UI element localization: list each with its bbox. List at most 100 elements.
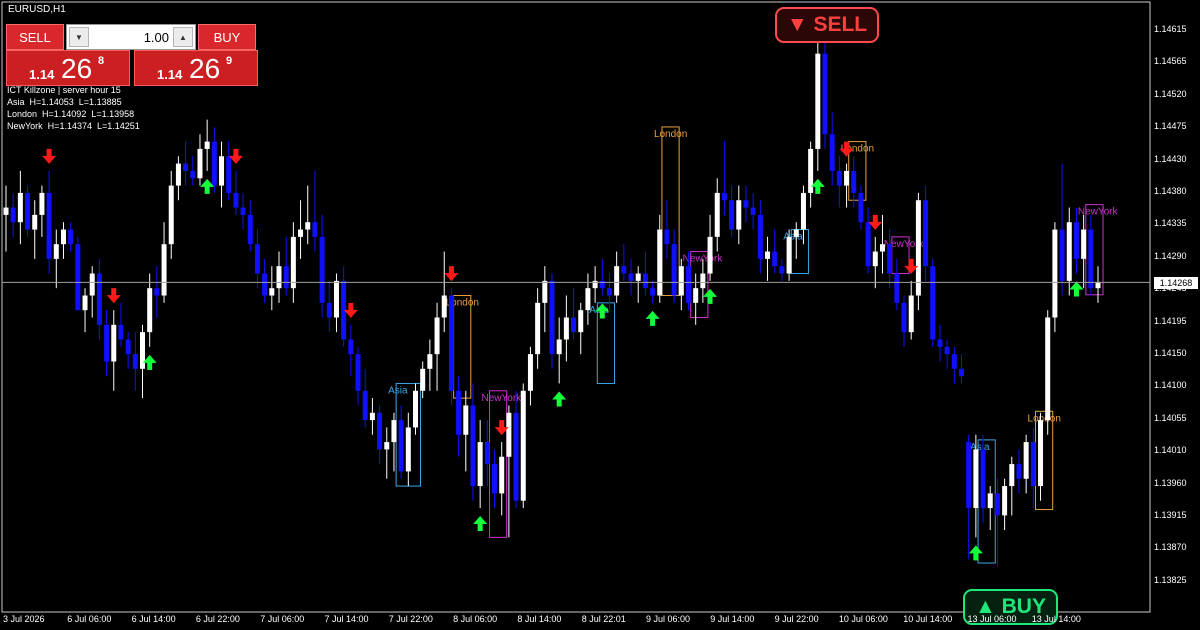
- price-tick-label: 1.14615: [1154, 24, 1187, 34]
- candle-body: [865, 222, 871, 267]
- candle-body: [678, 266, 684, 296]
- session-box: [453, 295, 472, 399]
- candle: [585, 273, 591, 325]
- candle-body: [96, 273, 102, 325]
- candle-body: [10, 207, 16, 223]
- time-tick-label: 9 Jul 06:00: [646, 614, 691, 624]
- candle: [398, 405, 404, 479]
- killzone-header: ICT Killzone | server hour 15: [7, 85, 121, 95]
- candle-body: [25, 192, 31, 230]
- buy-button[interactable]: BUY: [198, 24, 256, 50]
- candle-body: [987, 493, 993, 509]
- buy-arrow-icon: [1069, 281, 1084, 297]
- candle: [966, 434, 972, 560]
- candle: [226, 141, 232, 201]
- buy-quote[interactable]: 1.14 26 9: [134, 50, 258, 86]
- session-label: Asia: [783, 232, 803, 243]
- candle-body: [822, 53, 828, 135]
- candle: [463, 390, 469, 472]
- candle: [599, 258, 605, 296]
- candle-body: [836, 170, 842, 186]
- candle: [513, 390, 519, 509]
- candle-body: [1016, 464, 1022, 479]
- candle: [75, 236, 81, 311]
- decrease-lot-button[interactable]: ▼: [69, 27, 89, 47]
- candle-body: [1002, 486, 1008, 516]
- candle: [786, 229, 792, 281]
- price-tick-label: 1.13960: [1154, 477, 1187, 488]
- time-tick-label: 10 Jul 06:00: [838, 614, 888, 624]
- candle-body: [642, 273, 648, 289]
- candle-body: [39, 192, 45, 215]
- candle: [276, 251, 282, 303]
- price-chart[interactable]: AsiaLondonNewYorkAsiaLondonNewYorkAsiaLo…: [0, 0, 1200, 630]
- candle-body: [254, 244, 260, 274]
- candle-body: [384, 442, 390, 450]
- buy-arrow-icon: [645, 310, 660, 326]
- buy-quote-prefix: 1.14: [157, 67, 183, 82]
- candle: [721, 141, 727, 215]
- candle: [290, 222, 296, 303]
- candle-body: [772, 251, 778, 267]
- candle-body: [441, 295, 447, 318]
- candle: [82, 288, 88, 333]
- candle-body: [355, 354, 361, 391]
- buy-quote-pips: 26: [189, 53, 221, 84]
- time-tick-label: 13 Jul 14:00: [1031, 614, 1081, 624]
- candle-body: [923, 200, 929, 267]
- candle: [39, 185, 45, 237]
- session-label: London: [654, 129, 687, 140]
- candle: [3, 185, 9, 252]
- candle-body: [463, 405, 469, 435]
- price-tick-label: 1.14475: [1154, 121, 1187, 132]
- candle: [822, 38, 828, 149]
- sell-quote[interactable]: 1.14 26 8: [6, 50, 130, 86]
- sell-quote-pips: 26: [61, 53, 93, 84]
- candle: [168, 170, 174, 259]
- candle: [377, 405, 383, 465]
- candle-body: [1045, 317, 1051, 421]
- time-tick-label: 8 Jul 06:00: [453, 614, 498, 624]
- session-label: Asia: [388, 385, 408, 396]
- session-label: London: [1028, 413, 1061, 424]
- candle: [908, 280, 914, 340]
- price-tick-label: 1.14290: [1154, 250, 1187, 261]
- candle: [729, 185, 735, 237]
- candle-body: [549, 280, 555, 355]
- candle-body: [714, 192, 720, 237]
- candle-body: [46, 192, 52, 259]
- candle: [542, 266, 548, 333]
- candle: [96, 258, 102, 340]
- candle-body: [298, 229, 304, 237]
- candle-body: [1088, 229, 1094, 289]
- candle-body: [104, 324, 110, 362]
- sell-arrow-icon: [106, 288, 121, 304]
- candle-body: [219, 156, 225, 186]
- time-tick-label: 9 Jul 22:00: [774, 614, 819, 624]
- time-tick-label: 10 Jul 14:00: [903, 614, 953, 624]
- candle-body: [226, 156, 232, 193]
- candle-body: [606, 288, 612, 296]
- candle-body: [269, 288, 275, 296]
- candle: [269, 266, 275, 311]
- lot-size-input[interactable]: [91, 28, 173, 46]
- candle: [858, 185, 864, 230]
- candle: [118, 302, 124, 347]
- candle-body: [1009, 464, 1015, 487]
- sell-button[interactable]: SELL: [6, 24, 64, 50]
- candle: [89, 266, 95, 318]
- candle-body: [887, 244, 893, 274]
- candle-body: [140, 332, 145, 369]
- candle-body: [879, 244, 885, 252]
- candle: [987, 486, 993, 531]
- candle-body: [391, 420, 397, 443]
- candle-body: [729, 200, 735, 230]
- candle: [175, 156, 181, 201]
- candle: [197, 134, 203, 186]
- candle-body: [147, 288, 153, 333]
- one-click-trading-panel: SELL ▼ ▲ BUY 1.14 26 8 1.14 26 9: [6, 24, 258, 86]
- candle-body: [17, 192, 23, 223]
- increase-lot-button[interactable]: ▲: [173, 27, 193, 47]
- candle-body: [1038, 420, 1044, 487]
- candle-body: [757, 214, 763, 259]
